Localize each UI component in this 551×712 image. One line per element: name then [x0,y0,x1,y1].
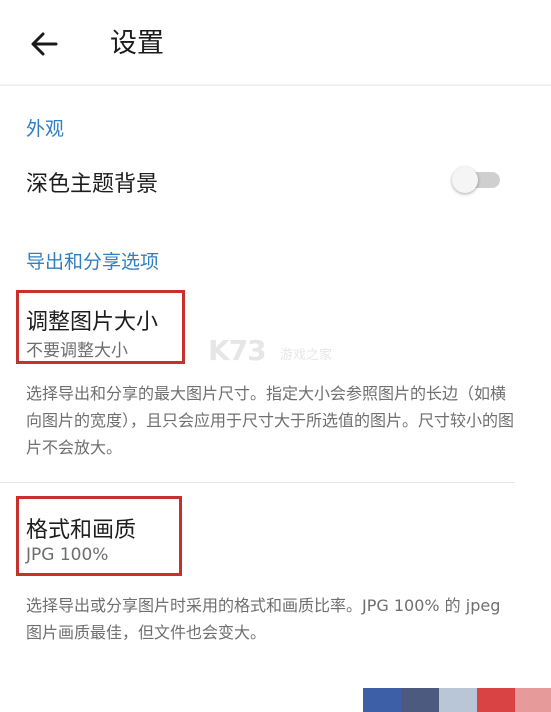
app-bar: 设置 [0,0,551,86]
page-title: 设置 [110,28,164,59]
color-swatch [515,688,551,712]
section-header-export-share: 导出和分享选项 [26,251,160,273]
color-swatch [439,688,477,712]
resize-image-value: 不要调整大小 [26,341,128,361]
color-swatch-strip [363,688,551,712]
resize-image-description: 选择导出和分享的最大图片尺寸。指定大小会参照图片的长边（如横向图片的宽度），且只… [26,384,515,457]
watermark-text: 游戏之家 [280,348,333,363]
watermark-logo: K73 [208,334,267,367]
arrow-left-icon [31,32,58,56]
settings-screen: 设置 外观 深色主题背景 导出和分享选项 调整图片大小 不要调整大小 选择导出和… [0,0,551,712]
toggle-thumb [452,167,478,193]
dark-theme-toggle[interactable] [452,167,502,193]
back-button[interactable] [22,24,66,64]
format-quality-title: 格式和画质 [26,518,137,543]
format-quality-setting[interactable]: 格式和画质 JPG 100% 选择导出或分享图片时采用的格式和画质比率。JPG … [0,496,551,646]
color-swatch [363,688,401,712]
section-header-appearance: 外观 [26,118,65,140]
resize-image-setting[interactable]: 调整图片大小 不要调整大小 选择导出和分享的最大图片尺寸。指定大小会参照图片的长… [0,290,551,466]
color-swatch [477,688,515,712]
dark-theme-label: 深色主题背景 [26,172,159,197]
format-quality-value: JPG 100% [26,545,109,565]
site-watermark: K73 游戏之家 [208,334,348,374]
color-swatch [401,688,439,712]
divider [0,482,515,483]
format-quality-description: 选择导出或分享图片时采用的格式和画质比率。JPG 100% 的 jpeg 图片画… [26,596,501,642]
resize-image-title: 调整图片大小 [26,310,159,335]
